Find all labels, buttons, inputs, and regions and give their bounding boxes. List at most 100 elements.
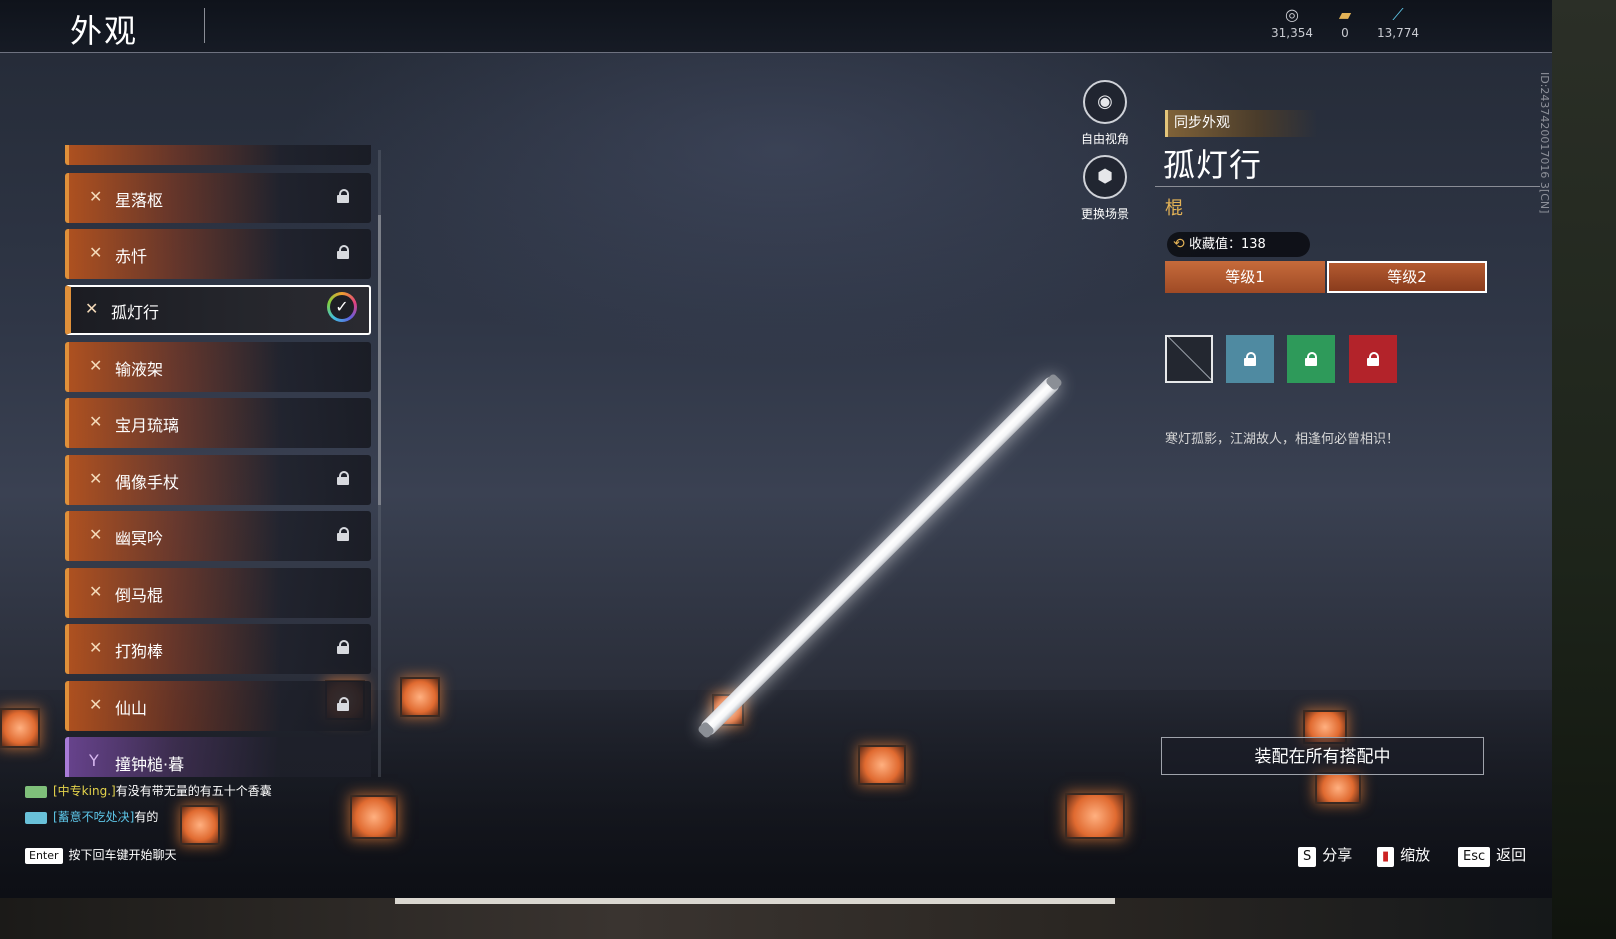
item-title: 孤灯行 [1163,146,1263,184]
coin-icon: ◎ [1285,5,1299,24]
lock-icon [337,471,349,485]
list-item[interactable]: ✕ 宝月琉璃 [65,398,371,448]
emblem-icon: ✕ [85,299,99,318]
collection-value: 收藏值：138 [1189,237,1266,252]
currency-ticket: ▰ 0 [1315,5,1375,41]
list-item[interactable]: ✕ 倒马棍 [65,568,371,618]
currency-coin: ◎ 31,354 [1262,5,1322,41]
item-name: 宝月琉璃 [115,416,180,435]
lantern [0,708,40,748]
change-scene-label: 更换场景 [1080,207,1129,221]
appearance-list: ✕ 星落枢 ✕ 赤忏 ✕ 孤灯行 ✕ 输液架 ✕ 宝月琉璃 ✕ 偶像手杖 ✕ 幽… [62,145,382,777]
lock-icon [337,245,349,259]
emblem-icon: ✕ [89,469,103,488]
scene-icon: ⬢ [1083,155,1127,199]
lantern [350,795,398,839]
color-swatch-green[interactable] [1287,335,1335,383]
channel-icon [25,785,47,798]
free-view-button[interactable]: ◉ 自由视角 [1074,80,1136,147]
chat-prompt-text: 按下回车键开始聊天 [68,848,177,862]
back-hotkey[interactable]: Esc 返回 [1458,844,1526,867]
lock-icon [1244,352,1256,366]
list-item[interactable]: ✕ 赤忏 [65,229,371,279]
item-name: 输液架 [115,360,164,379]
item-name: 孤灯行 [111,303,160,322]
top-bar: 外观 ◎ 31,354 ▰ 0 ⟋ 13,774 [0,0,1552,53]
chat-text: 有的 [134,810,159,824]
emblem-icon: ✕ [89,638,103,657]
free-view-label: 自由视角 [1080,132,1129,146]
back-label: 返回 [1496,846,1527,864]
emblem-icon: ✕ [89,525,103,544]
lantern [400,677,440,717]
item-name: 偶像手杖 [115,473,180,492]
list-item-selected[interactable]: ✕ 孤灯行 [65,285,371,335]
player-id: ID:2437420017016 3[CN] [1538,72,1551,214]
item-type: 棍 [1165,198,1183,219]
list-item[interactable] [65,145,371,165]
share-hotkey[interactable]: S 分享 [1298,844,1352,867]
title-divider [1155,186,1540,187]
color-swatch-blue[interactable] [1226,335,1274,383]
staff-weapon-model[interactable] [697,373,1063,739]
chat-sender[interactable]: [蓄意不吃处决] [53,810,134,824]
item-name: 打狗棒 [115,642,164,661]
mouse-icon: ▮ [1377,847,1395,867]
color-swatch-default[interactable] [1165,335,1213,383]
list-item[interactable]: ✕ 幽冥吟 [65,511,371,561]
item-name: 撞钟槌·暮 [115,755,185,774]
share-label: 分享 [1322,846,1353,864]
emblem-icon: Y [89,751,99,770]
lantern [858,745,906,785]
sync-appearance-tag[interactable]: 同步外观 [1165,110,1317,137]
feather-icon: ⟋ [1392,5,1404,24]
list-item[interactable]: ✕ 偶像手杖 [65,455,371,505]
list-item[interactable]: ✕ 仙山 [65,681,371,731]
page-title: 外观 [70,12,139,50]
lantern [1315,772,1361,804]
list-item[interactable]: ✕ 输液架 [65,342,371,392]
title-divider [204,8,205,43]
zoom-label: 缩放 [1400,846,1431,864]
tab-level-1[interactable]: 等级1 [1165,261,1325,293]
emblem-icon: ✕ [89,412,103,431]
lock-icon [337,640,349,654]
change-scene-button[interactable]: ⬢ 更换场景 [1074,155,1136,222]
item-name: 星落枢 [115,191,164,210]
chat-text: 有没有带无量的有五十个香囊 [115,784,272,798]
currency-value: 13,774 [1377,26,1419,40]
list-item[interactable]: Y 撞钟槌·暮 [65,737,371,777]
lock-icon [1305,352,1317,366]
currency-value: 31,354 [1271,26,1313,40]
camera-icon: ◉ [1083,80,1127,124]
equip-all-button[interactable]: 装配在所有搭配中 [1161,737,1484,775]
channel-icon [25,811,47,824]
item-description: 寒灯孤影，江湖故人，相逢何必曾相识！ [1165,432,1400,447]
chat-sender[interactable]: [中专king.] [53,784,116,798]
currency-feather: ⟋ 13,774 [1368,5,1428,41]
collection-value-badge: ⟲ 收藏值：138 [1167,232,1310,257]
background-strip [0,898,1552,939]
list-item[interactable]: ✕ 打狗棒 [65,624,371,674]
lock-icon [1367,352,1379,366]
lock-icon [337,189,349,203]
item-name: 幽冥吟 [115,529,164,548]
emblem-icon: ✕ [89,582,103,601]
s-key: S [1298,847,1317,867]
list-item[interactable]: ✕ 星落枢 [65,173,371,223]
item-name: 赤忏 [115,247,148,266]
item-name: 仙山 [115,699,148,718]
lock-icon [337,697,349,711]
tab-level-2[interactable]: 等级2 [1327,261,1487,293]
zoom-hotkey[interactable]: ▮ 缩放 [1377,844,1430,867]
ticket-icon: ▰ [1338,5,1352,24]
chat-box: [中专king.]有没有带无量的有五十个香囊 [蓄意不吃处决]有的 [25,782,315,834]
lantern [1065,793,1125,839]
lock-icon [337,527,349,541]
color-swatch-red[interactable] [1349,335,1397,383]
enter-key: Enter [25,848,63,864]
emblem-icon: ✕ [89,187,103,206]
esc-key: Esc [1458,847,1491,867]
emblem-icon: ✕ [89,356,103,375]
chat-input-prompt[interactable]: Enter 按下回车键开始聊天 [25,846,177,864]
